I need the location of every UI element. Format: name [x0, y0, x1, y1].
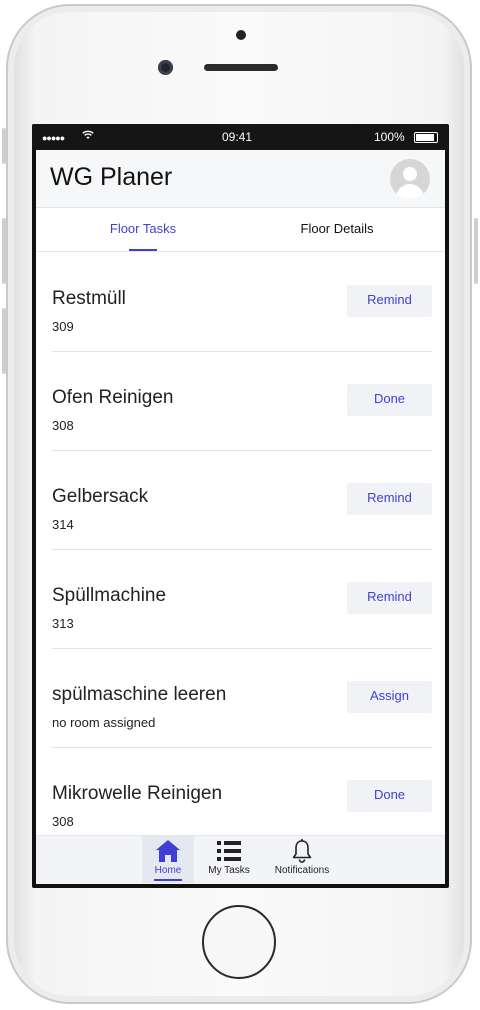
nav-my-tasks-label: My Tasks [208, 865, 250, 876]
avatar-body-shape [396, 184, 424, 199]
screen: ●●●●● 09:41 100% WG Planer Floor Tasks F… [32, 124, 449, 888]
bell-icon [292, 839, 312, 863]
wifi-icon [82, 130, 94, 143]
nav-my-tasks[interactable]: My Tasks [200, 836, 258, 883]
task-row: spülmaschine leeren no room assigned Ass… [52, 648, 432, 748]
task-room: 309 [52, 319, 74, 334]
status-time: 09:41 [222, 130, 253, 144]
task-room: 314 [52, 517, 74, 532]
done-button[interactable]: Done [347, 780, 432, 812]
tab-floor-tasks[interactable]: Floor Tasks [88, 221, 198, 236]
bottom-navigation: Home My Tasks Notifications [36, 835, 445, 884]
earpiece-speaker [204, 64, 278, 71]
battery-icon [414, 132, 438, 143]
tab-bar: Floor Tasks Floor Details [36, 208, 445, 252]
mute-switch [2, 128, 6, 164]
task-row: Mikrowelle Reinigen 308 Done [52, 747, 432, 835]
list-icon [217, 841, 241, 861]
task-room: no room assigned [52, 715, 156, 730]
task-room: 313 [52, 616, 74, 631]
active-tab-indicator [129, 249, 157, 251]
app-container: WG Planer Floor Tasks Floor Details Rest… [36, 150, 445, 884]
volume-down-button [2, 308, 6, 374]
nav-notifications-label: Notifications [274, 865, 330, 876]
task-row: Spüllmachine 313 Remind [52, 549, 432, 649]
nav-home[interactable]: Home [142, 836, 194, 883]
remind-button[interactable]: Remind [347, 483, 432, 515]
volume-up-button [2, 218, 6, 284]
remind-button[interactable]: Remind [347, 582, 432, 614]
avatar-head-shape [403, 167, 417, 181]
done-button[interactable]: Done [347, 384, 432, 416]
nav-notifications[interactable]: Notifications [268, 836, 336, 883]
battery-percentage: 100% [374, 130, 405, 144]
sensor-dot [236, 30, 246, 40]
task-title: Mikrowelle Reinigen [52, 783, 223, 804]
task-row: Restmüll 309 Remind [52, 252, 432, 352]
home-icon [156, 840, 180, 862]
nav-active-indicator [154, 879, 182, 881]
app-title: WG Planer [50, 163, 173, 191]
task-title: Restmüll [52, 288, 126, 309]
task-room: 308 [52, 418, 74, 433]
task-row: Gelbersack 314 Remind [52, 450, 432, 550]
front-camera [158, 60, 173, 75]
task-title: Gelbersack [52, 486, 149, 507]
task-title: Ofen Reinigen [52, 387, 174, 408]
home-hardware-button[interactable] [202, 905, 276, 979]
tab-floor-details[interactable]: Floor Details [282, 221, 392, 236]
signal-icon: ●●●●● [42, 133, 65, 143]
task-room: 308 [52, 814, 74, 829]
avatar[interactable] [390, 159, 430, 199]
app-header: WG Planer [36, 150, 445, 208]
remind-button[interactable]: Remind [347, 285, 432, 317]
power-button [474, 218, 478, 284]
task-title: spülmaschine leeren [52, 684, 227, 705]
assign-button[interactable]: Assign [347, 681, 432, 713]
status-bar: ●●●●● 09:41 100% [32, 124, 449, 150]
task-list: Restmüll 309 Remind Ofen Reinigen 308 Do… [36, 252, 445, 835]
nav-home-label: Home [154, 865, 182, 876]
task-title: Spüllmachine [52, 585, 167, 606]
task-row: Ofen Reinigen 308 Done [52, 351, 432, 451]
